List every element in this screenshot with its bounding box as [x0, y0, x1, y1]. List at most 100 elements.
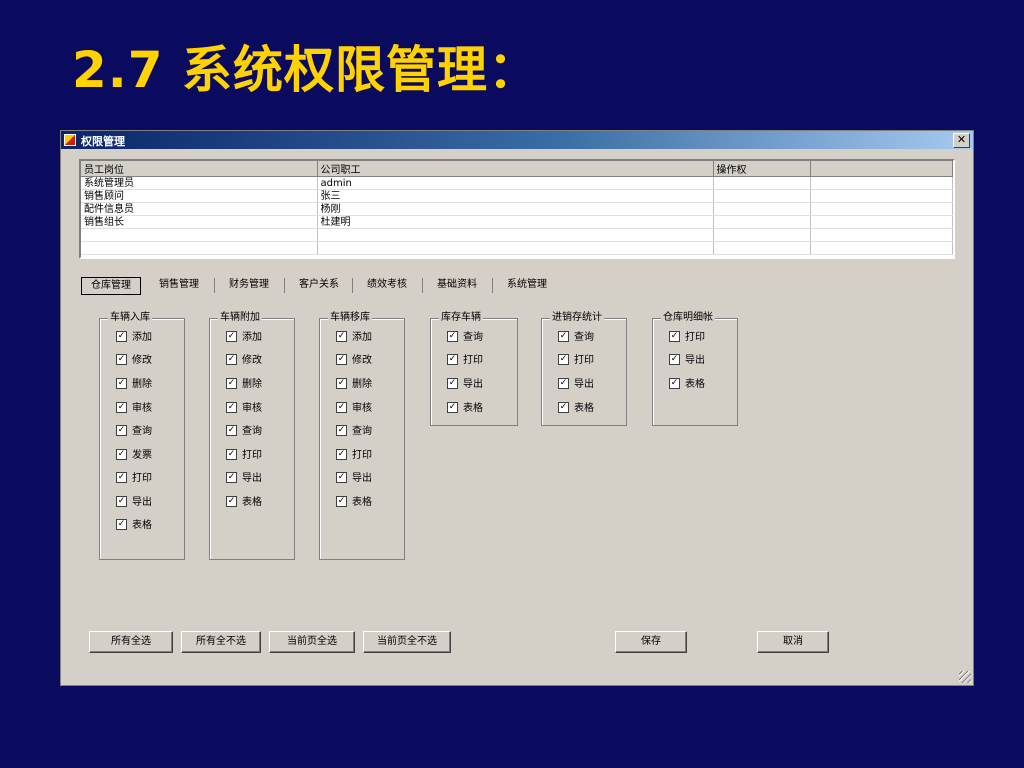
checkbox-table[interactable]: ✓ 表格	[669, 377, 705, 392]
checkbox-box[interactable]: ✓	[558, 377, 569, 389]
checkbox-add[interactable]: ✓ 添加	[116, 330, 152, 345]
grid-cell[interactable]	[713, 176, 811, 190]
checkbox-box[interactable]: ✓	[447, 330, 458, 342]
grid-cell[interactable]: 系统管理员	[81, 176, 318, 190]
checkbox-print[interactable]: ✓ 打印	[226, 448, 262, 463]
checkbox-box[interactable]: ✓	[226, 401, 237, 413]
checkbox-box[interactable]: ✓	[116, 401, 127, 413]
column-header-extra[interactable]	[810, 161, 953, 177]
checkbox-print[interactable]: ✓ 打印	[336, 448, 372, 463]
checkbox-export[interactable]: ✓ 导出	[558, 377, 594, 392]
grid-cell[interactable]	[81, 228, 318, 242]
grid-cell[interactable]: 张三	[317, 189, 714, 203]
checkbox-box[interactable]: ✓	[226, 448, 237, 460]
checkbox-box[interactable]: ✓	[116, 424, 127, 436]
tab-sales[interactable]: 销售管理	[149, 275, 209, 295]
grid-cell[interactable]: admin	[317, 176, 714, 190]
grid-cell[interactable]	[317, 228, 714, 242]
checkbox-box[interactable]: ✓	[669, 353, 680, 365]
checkbox-export[interactable]: ✓ 导出	[447, 377, 483, 392]
checkbox-box[interactable]: ✓	[336, 424, 347, 436]
close-button[interactable]: ✕	[953, 133, 970, 148]
checkbox-add[interactable]: ✓ 添加	[226, 330, 262, 345]
checkbox-export[interactable]: ✓ 导出	[226, 471, 262, 486]
checkbox-add[interactable]: ✓ 添加	[336, 330, 372, 345]
checkbox-box[interactable]: ✓	[558, 353, 569, 365]
checkbox-box[interactable]: ✓	[116, 448, 127, 460]
checkbox-query[interactable]: ✓ 查询	[116, 424, 152, 439]
checkbox-box[interactable]: ✓	[226, 353, 237, 365]
column-header-permission[interactable]: 操作权	[713, 161, 811, 177]
checkbox-export[interactable]: ✓ 导出	[116, 495, 152, 510]
grid-cell[interactable]: 销售组长	[81, 215, 318, 229]
checkbox-box[interactable]: ✓	[447, 377, 458, 389]
employee-grid[interactable]: 员工岗位 公司职工 操作权 系统管理员 admin 销售顾问 张三 配件信息员 …	[79, 159, 955, 259]
checkbox-box[interactable]: ✓	[336, 471, 347, 483]
checkbox-export[interactable]: ✓ 导出	[669, 353, 705, 368]
tab-customer[interactable]: 客户关系	[289, 275, 349, 295]
checkbox-box[interactable]: ✓	[116, 495, 127, 507]
grid-cell[interactable]	[81, 241, 318, 255]
select-all-button[interactable]: 所有全选	[89, 631, 173, 653]
grid-cell[interactable]	[810, 228, 953, 242]
grid-cell[interactable]: 杨刚	[317, 202, 714, 216]
column-header-employee[interactable]: 公司职工	[317, 161, 714, 177]
grid-cell[interactable]	[810, 241, 953, 255]
checkbox-box[interactable]: ✓	[226, 330, 237, 342]
checkbox-box[interactable]: ✓	[116, 471, 127, 483]
grid-cell[interactable]	[810, 215, 953, 229]
checkbox-box[interactable]: ✓	[669, 330, 680, 342]
checkbox-table[interactable]: ✓ 表格	[116, 518, 152, 533]
checkbox-box[interactable]: ✓	[558, 330, 569, 342]
window-titlebar[interactable]: 权限管理 ✕	[61, 131, 973, 149]
grid-cell[interactable]: 销售顾问	[81, 189, 318, 203]
deselect-all-button[interactable]: 所有全不选	[181, 631, 261, 653]
grid-cell[interactable]: 杜建明	[317, 215, 714, 229]
checkbox-box[interactable]: ✓	[447, 401, 458, 413]
checkbox-audit[interactable]: ✓ 审核	[336, 401, 372, 416]
tab-finance[interactable]: 财务管理	[219, 275, 279, 295]
checkbox-query[interactable]: ✓ 查询	[226, 424, 262, 439]
checkbox-box[interactable]: ✓	[226, 495, 237, 507]
checkbox-print[interactable]: ✓ 打印	[447, 353, 483, 368]
table-row[interactable]	[81, 241, 953, 255]
checkbox-box[interactable]: ✓	[336, 495, 347, 507]
checkbox-delete[interactable]: ✓ 删除	[116, 377, 152, 392]
grid-cell[interactable]	[713, 215, 811, 229]
checkbox-box[interactable]: ✓	[336, 401, 347, 413]
checkbox-table[interactable]: ✓ 表格	[558, 401, 594, 416]
checkbox-delete[interactable]: ✓ 删除	[336, 377, 372, 392]
checkbox-print[interactable]: ✓ 打印	[116, 471, 152, 486]
tab-warehouse[interactable]: 仓库管理	[81, 277, 141, 295]
table-row[interactable]: 配件信息员 杨刚	[81, 202, 953, 216]
checkbox-box[interactable]: ✓	[336, 377, 347, 389]
table-row[interactable]: 系统管理员 admin	[81, 176, 953, 190]
checkbox-box[interactable]: ✓	[116, 353, 127, 365]
checkbox-box[interactable]: ✓	[226, 471, 237, 483]
checkbox-export[interactable]: ✓ 导出	[336, 471, 372, 486]
grid-cell[interactable]: 配件信息员	[81, 202, 318, 216]
grid-cell[interactable]	[810, 189, 953, 203]
grid-cell[interactable]	[713, 202, 811, 216]
checkbox-box[interactable]: ✓	[116, 377, 127, 389]
checkbox-query[interactable]: ✓ 查询	[558, 330, 594, 345]
grid-cell[interactable]	[810, 202, 953, 216]
table-row[interactable]	[81, 228, 953, 242]
checkbox-box[interactable]: ✓	[116, 330, 127, 342]
checkbox-box[interactable]: ✓	[226, 424, 237, 436]
checkbox-table[interactable]: ✓ 表格	[447, 401, 483, 416]
tab-basic-data[interactable]: 基础资料	[427, 275, 487, 295]
checkbox-audit[interactable]: ✓ 审核	[226, 401, 262, 416]
checkbox-box[interactable]: ✓	[669, 377, 680, 389]
checkbox-box[interactable]: ✓	[336, 330, 347, 342]
page-deselect-all-button[interactable]: 当前页全不选	[363, 631, 451, 653]
grid-cell[interactable]	[713, 189, 811, 203]
checkbox-box[interactable]: ✓	[336, 448, 347, 460]
checkbox-query[interactable]: ✓ 查询	[336, 424, 372, 439]
grid-cell[interactable]	[713, 241, 811, 255]
checkbox-box[interactable]: ✓	[558, 401, 569, 413]
checkbox-box[interactable]: ✓	[336, 353, 347, 365]
checkbox-print[interactable]: ✓ 打印	[669, 330, 705, 345]
cancel-button[interactable]: 取消	[757, 631, 829, 653]
checkbox-box[interactable]: ✓	[226, 377, 237, 389]
